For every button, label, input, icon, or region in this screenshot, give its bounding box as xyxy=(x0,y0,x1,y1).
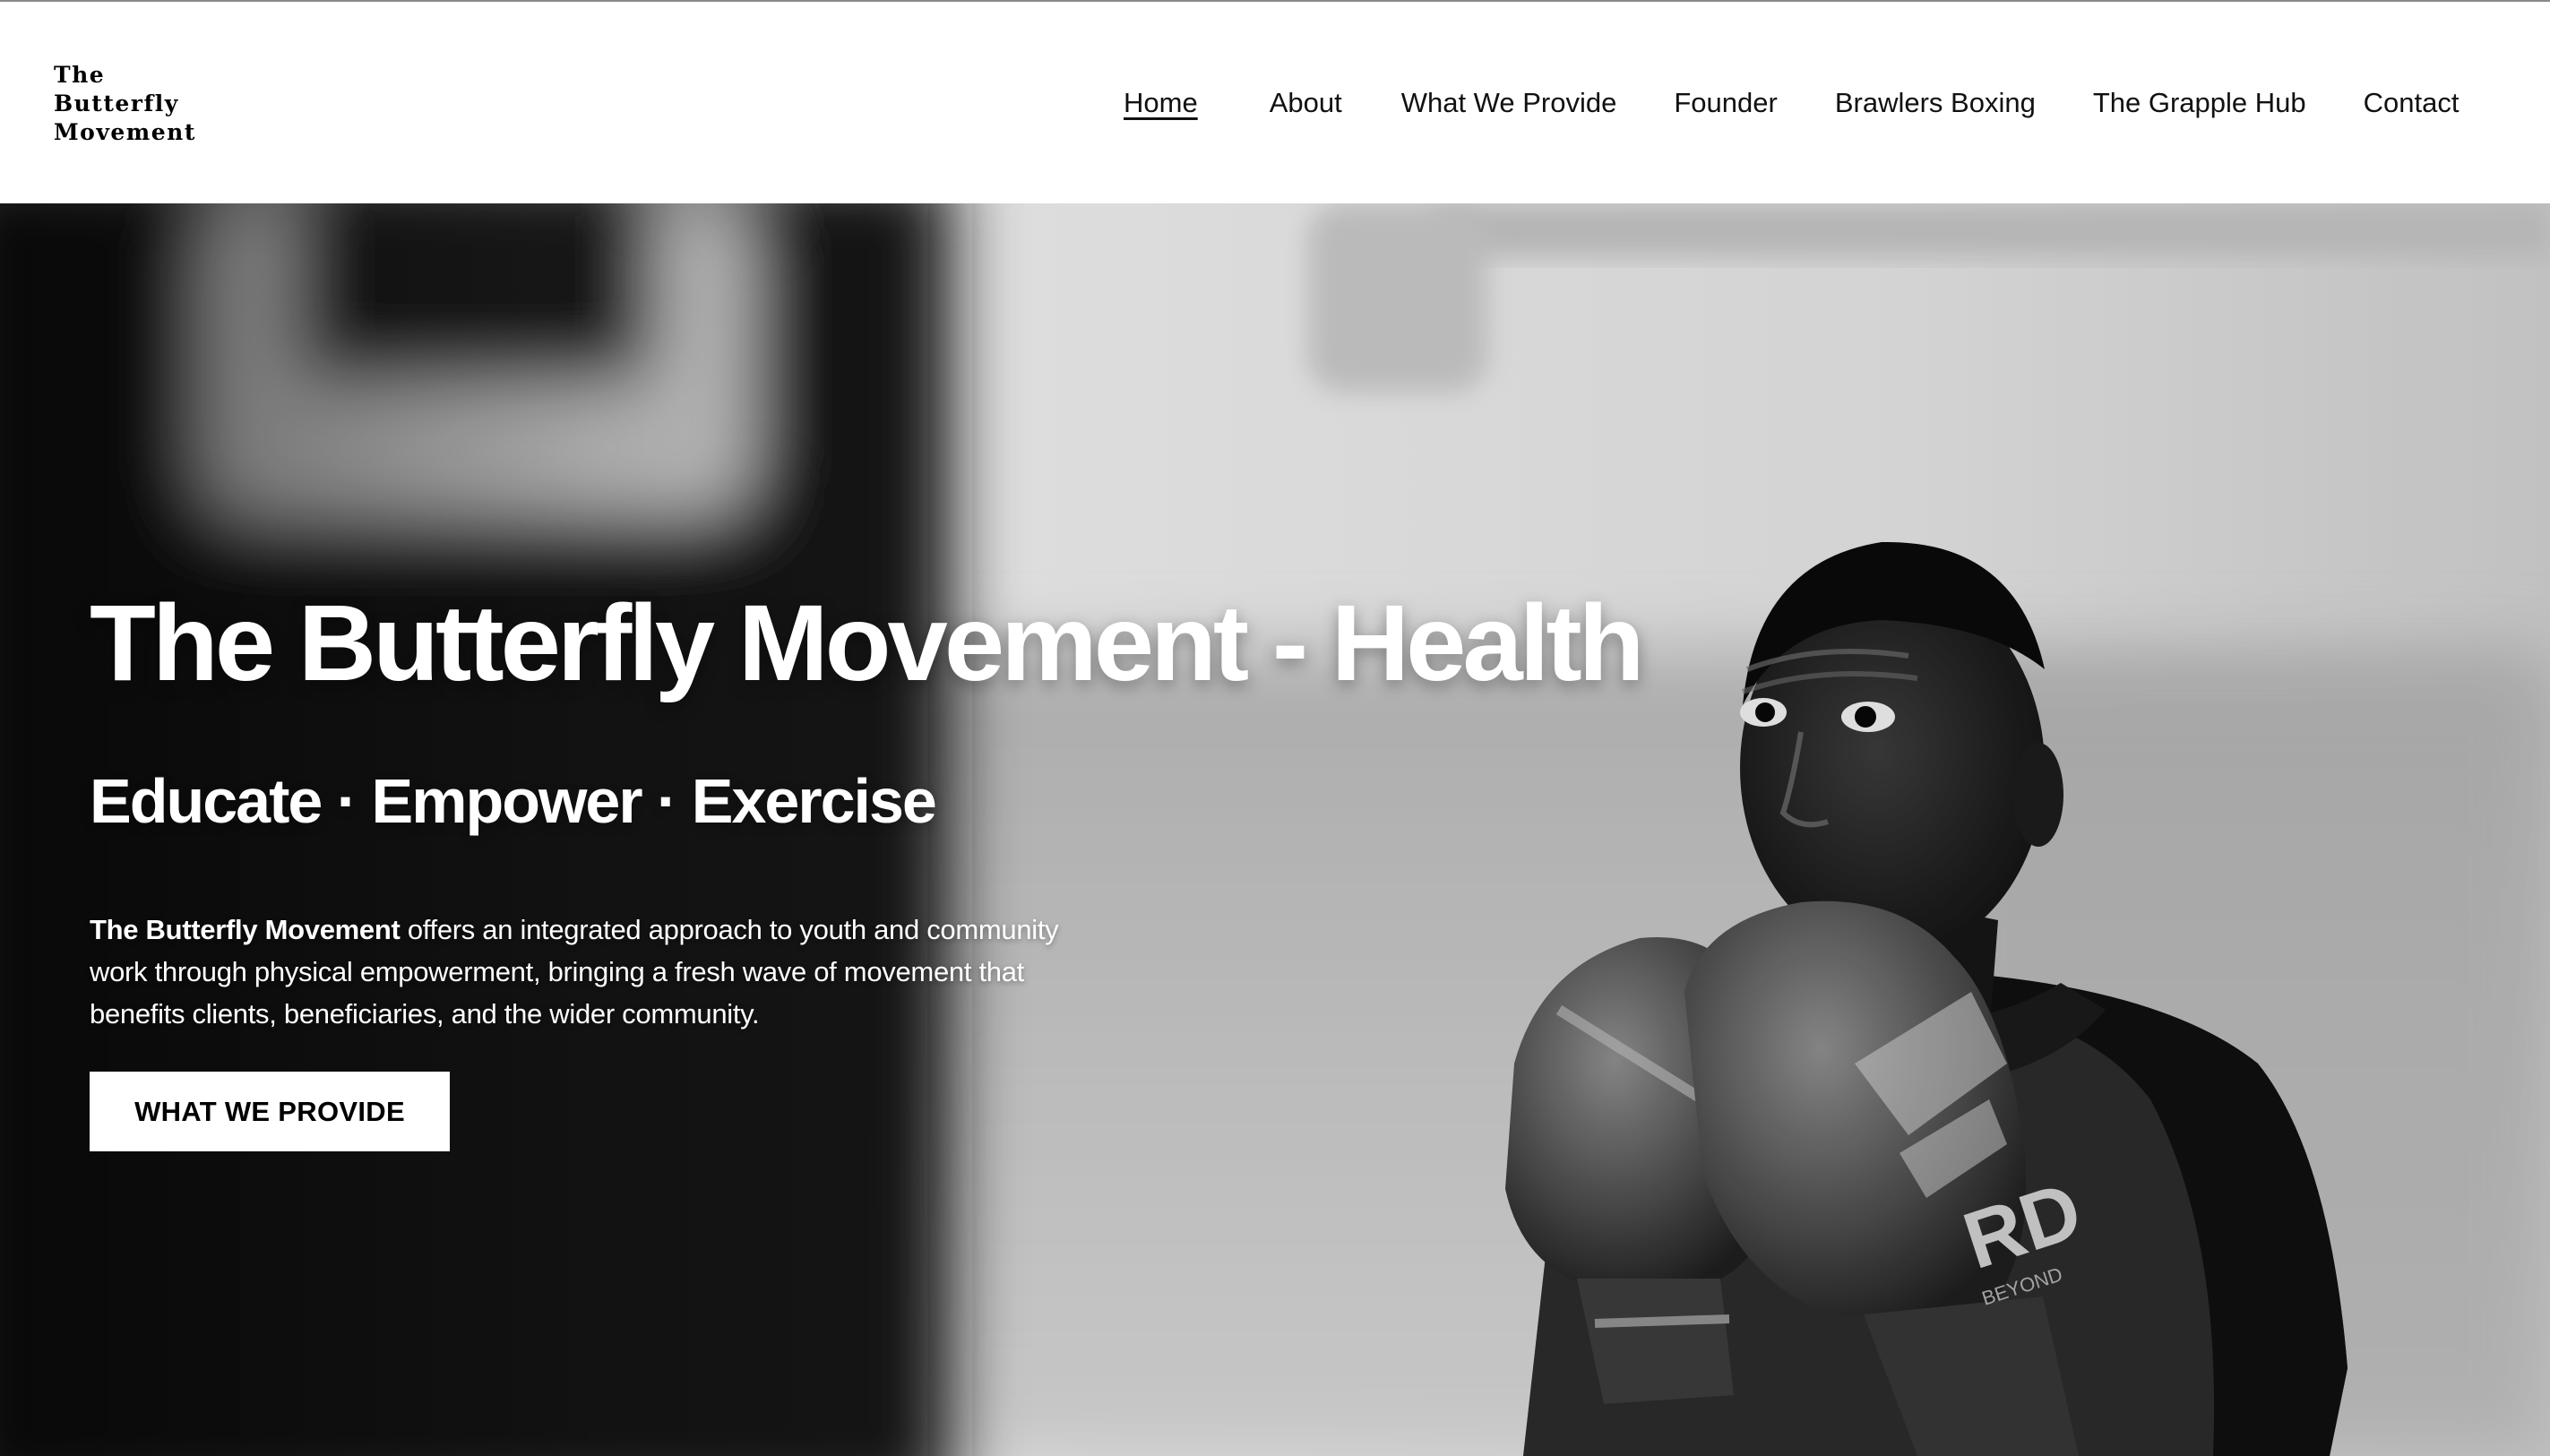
hero-title: The Butterfly Movement - Health xyxy=(90,582,1645,703)
logo-line-3: Movement xyxy=(54,119,196,145)
hero-description-brand: The Butterfly Movement xyxy=(90,914,401,945)
logo-line-2: Butterfly xyxy=(54,90,179,116)
nav-link-brawlers-boxing[interactable]: Brawlers Boxing xyxy=(1835,87,2036,119)
nav-link-home[interactable]: Home xyxy=(1124,87,1198,119)
hero-description: The Butterfly Movement offers an integra… xyxy=(90,909,1120,1035)
page: The Butterfly Movement Home About What W… xyxy=(0,0,2550,1456)
site-header: The Butterfly Movement Home About What W… xyxy=(0,0,2550,203)
hero-section: RD BEYOND The Butterfly Movement - Healt… xyxy=(0,203,2550,1456)
nav-link-contact[interactable]: Contact xyxy=(2364,87,2460,119)
hero-subtitle: Educate · Empower · Exercise xyxy=(90,766,937,836)
nav-link-founder[interactable]: Founder xyxy=(1674,87,1777,119)
nav-link-what-we-provide[interactable]: What We Provide xyxy=(1401,87,1617,119)
site-logo[interactable]: The Butterfly Movement xyxy=(54,61,215,147)
nav-link-about[interactable]: About xyxy=(1270,87,1342,119)
main-nav: Home About What We Provide Founder Brawl… xyxy=(1124,81,2459,125)
logo-line-1: The xyxy=(54,62,106,88)
what-we-provide-button[interactable]: WHAT WE PROVIDE xyxy=(90,1072,450,1151)
nav-link-the-grapple-hub[interactable]: The Grapple Hub xyxy=(2093,87,2306,119)
